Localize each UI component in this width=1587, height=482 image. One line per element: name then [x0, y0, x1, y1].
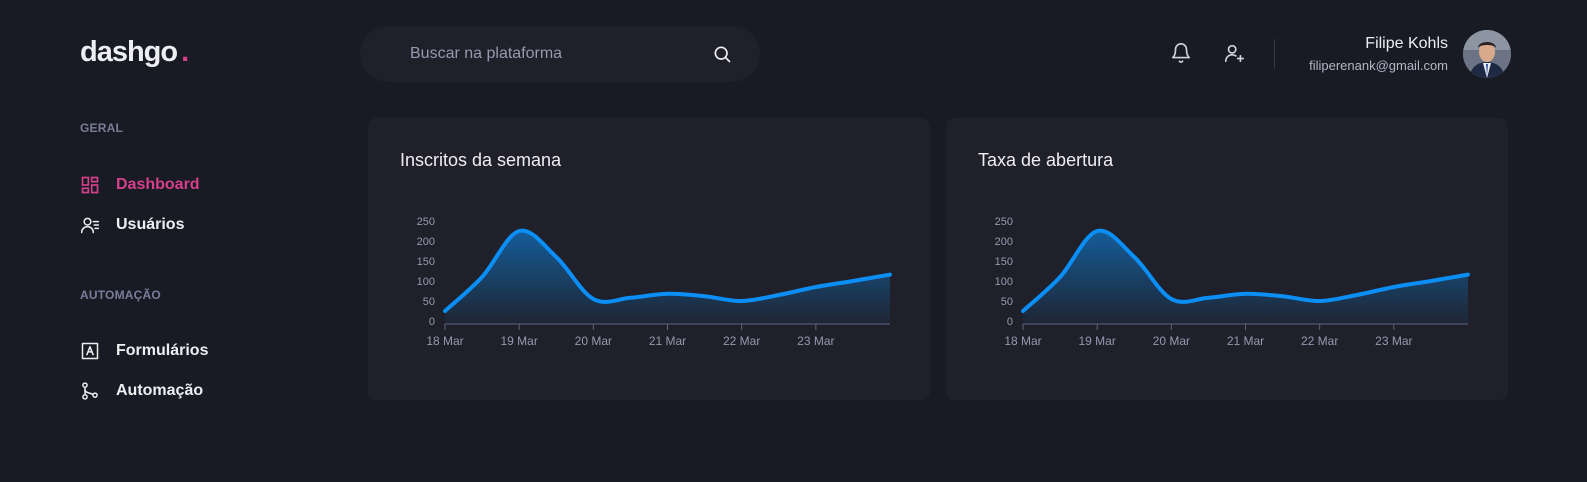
x-tick-label: 18 Mar — [426, 334, 463, 348]
y-tick-label: 50 — [423, 296, 435, 308]
avatar[interactable] — [1463, 30, 1511, 78]
logo-dot: . — [181, 36, 189, 68]
sidebar-item-label: Formulários — [116, 342, 209, 359]
y-tick-label: 200 — [417, 236, 435, 248]
sidebar-item-label: Usuários — [116, 216, 185, 233]
card-title: Taxa de abertura — [978, 150, 1114, 170]
logo-text: dashgo — [80, 36, 178, 68]
search-input[interactable] — [408, 44, 712, 64]
y-tick-label: 100 — [417, 276, 435, 288]
y-tick-label: 100 — [995, 276, 1013, 288]
x-tick-label: 22 Mar — [1301, 334, 1338, 348]
x-tick-label: 21 Mar — [1227, 334, 1264, 348]
x-tick-label: 19 Mar — [500, 334, 537, 348]
x-tick-label: 20 Mar — [575, 334, 612, 348]
logo[interactable]: dashgo. — [80, 36, 189, 69]
chart-card-inscritos: 0 50 100 150 200 250 18 Mar 19 Mar 20 Mar 21 Mar 2… — [368, 118, 930, 400]
profile-info: Filipe Kohls filiperenank@gmail.com — [1309, 35, 1448, 73]
y-tick-label: 250 — [417, 216, 435, 228]
sidebar-item-dashboard[interactable]: Dashboard — [80, 174, 340, 196]
chart-card-taxa: 0 50 100 150 200 250 18 Mar 19 Mar 20 Mar 21 Mar 2… — [946, 118, 1508, 400]
y-tick-label: 50 — [1001, 296, 1013, 308]
x-tick-label: 23 Mar — [797, 334, 834, 348]
y-tick-label: 0 — [1007, 316, 1013, 328]
profile-name: Filipe Kohls — [1365, 35, 1448, 52]
y-tick-label: 200 — [995, 236, 1013, 248]
series-area — [1023, 230, 1468, 324]
user-plus-icon[interactable] — [1223, 42, 1245, 64]
header-divider — [1274, 39, 1275, 69]
x-tick-label: 22 Mar — [723, 334, 760, 348]
search-bar — [360, 26, 760, 82]
sidebar: GERAL Dashboard Usuários AUTOMAÇÃO Formu… — [80, 121, 340, 402]
sidebar-section-title-automacao: AUTOMAÇÃO — [80, 288, 161, 302]
y-tick-label: 150 — [417, 256, 435, 268]
form-icon — [80, 341, 100, 361]
y-tick-label: 250 — [995, 216, 1013, 228]
x-tick-label: 21 Mar — [649, 334, 686, 348]
x-tick-label: 19 Mar — [1078, 334, 1115, 348]
bell-icon[interactable] — [1170, 42, 1192, 64]
users-list-icon — [80, 215, 100, 235]
y-tick-label: 150 — [995, 256, 1013, 268]
sidebar-item-label: Dashboard — [116, 176, 200, 193]
sidebar-item-label: Automação — [116, 382, 204, 399]
sidebar-item-usuarios[interactable]: Usuários — [80, 214, 340, 236]
sidebar-section-title-geral: GERAL — [80, 121, 123, 135]
dashboard-icon — [80, 175, 100, 195]
series-area — [445, 230, 890, 324]
sidebar-item-formularios[interactable]: Formulários — [80, 340, 340, 362]
sidebar-item-automacao[interactable]: Automação — [80, 380, 340, 402]
x-tick-label: 20 Mar — [1153, 334, 1190, 348]
card-title: Inscritos da semana — [400, 150, 562, 170]
search-icon[interactable] — [712, 44, 732, 64]
y-tick-label: 0 — [429, 316, 435, 328]
x-tick-label: 23 Mar — [1375, 334, 1412, 348]
x-tick-label: 18 Mar — [1004, 334, 1041, 348]
git-branch-icon — [80, 381, 100, 401]
profile-email: filiperenank@gmail.com — [1309, 58, 1448, 73]
